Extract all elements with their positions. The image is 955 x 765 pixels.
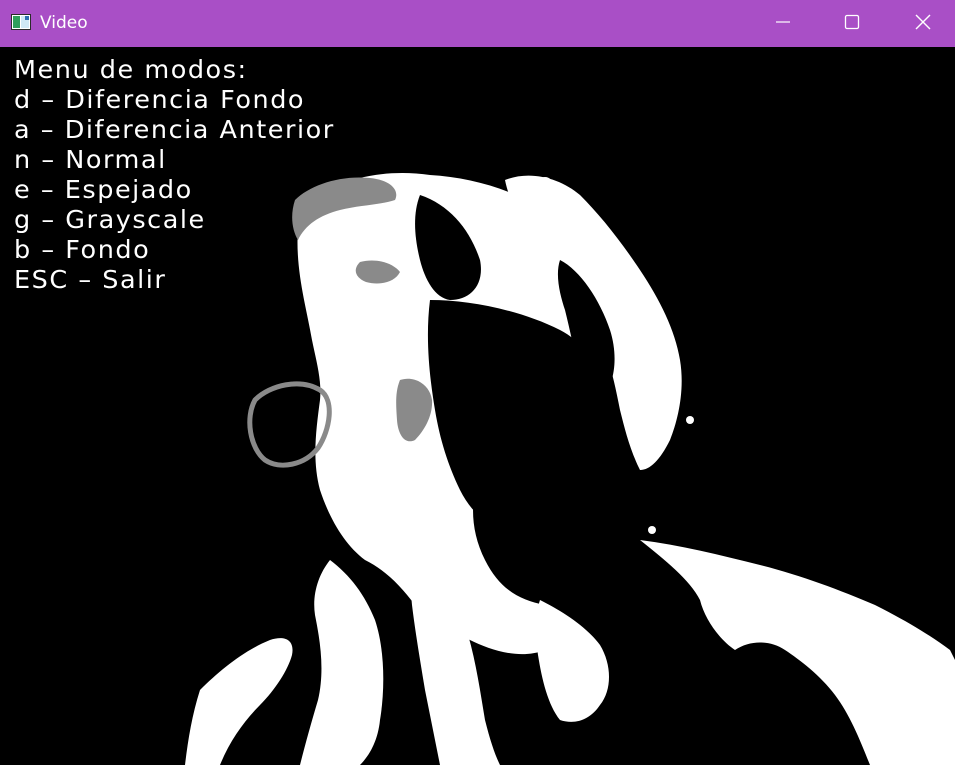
mode-item-fondo: b – Fondo	[14, 235, 151, 264]
mode-menu-heading: Menu de modos:	[14, 55, 248, 84]
mode-item-diferencia-fondo: d – Diferencia Fondo	[14, 85, 306, 114]
maximize-button[interactable]	[829, 0, 875, 47]
mode-item-espejado: e – Espejado	[14, 175, 193, 204]
video-canvas: Menu de modos: d – Diferencia Fondo a – …	[0, 47, 955, 765]
close-icon	[915, 14, 931, 34]
mode-item-grayscale: g – Grayscale	[14, 205, 206, 234]
minimize-icon	[775, 14, 791, 34]
title-bar[interactable]: Video	[0, 0, 955, 47]
mode-item-salir: ESC – Salir	[14, 265, 167, 294]
video-window-icon	[11, 14, 31, 30]
close-button[interactable]	[900, 0, 946, 47]
video-window: Video Menu de modos: d – Diferencia Fond…	[0, 0, 955, 765]
mode-menu-overlay: Menu de modos: d – Diferencia Fondo a – …	[14, 55, 333, 295]
mode-item-diferencia-anterior: a – Diferencia Anterior	[14, 115, 335, 144]
mode-item-normal: n – Normal	[14, 145, 167, 174]
window-title: Video	[40, 13, 88, 33]
maximize-icon	[844, 14, 860, 34]
minimize-button[interactable]	[760, 0, 806, 47]
